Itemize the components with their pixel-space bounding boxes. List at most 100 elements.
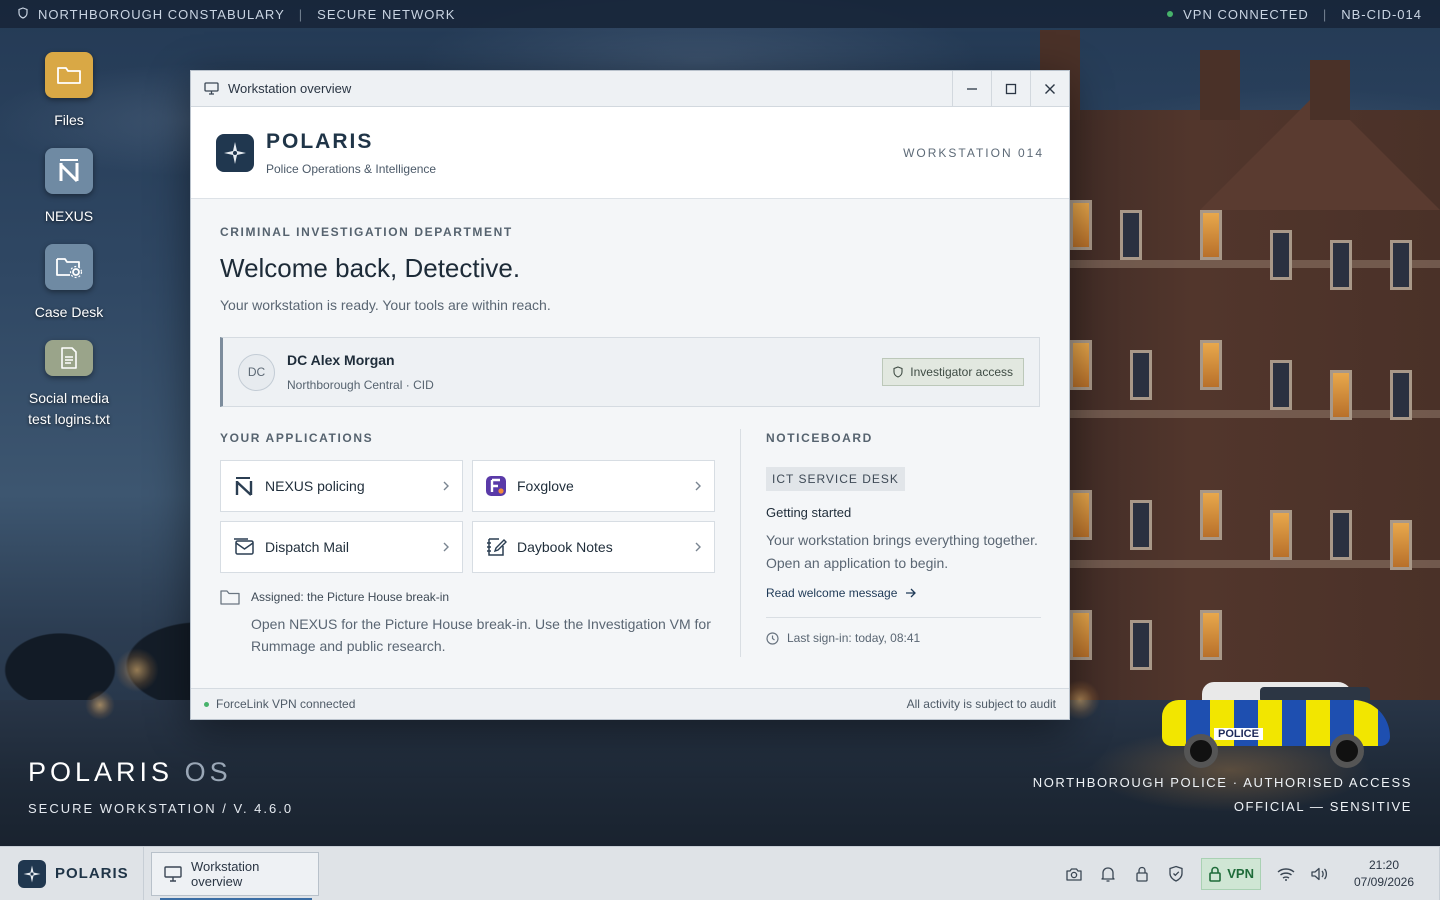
read-welcome-label: Read welcome message — [766, 586, 898, 600]
desktop-icon-label: Case Desk — [34, 304, 104, 320]
assignment-heading: Assigned: the Picture House break-in — [251, 590, 450, 604]
text-file-icon — [45, 340, 93, 376]
app-label: Daybook Notes — [517, 539, 613, 555]
access-badge-label: Investigator access — [910, 365, 1013, 379]
legal-line-2: OFFICIAL — SENSITIVE — [1233, 799, 1412, 814]
close-button[interactable] — [1030, 71, 1069, 106]
desktop-icon-label: Files — [54, 112, 84, 128]
notice-title: Getting started — [766, 505, 852, 520]
column-divider — [740, 429, 741, 657]
wifi-icon[interactable] — [1269, 866, 1303, 882]
folder-icon — [45, 52, 93, 98]
polaris-logo-icon — [216, 133, 254, 172]
polaris-logo-icon — [18, 859, 46, 888]
start-label: POLARIS — [55, 865, 129, 882]
last-signin: Last sign-in: today, 08:41 — [787, 631, 921, 645]
police-car-image: POLICE — [1162, 682, 1392, 768]
system-top-bar: NORTHBOROUGH CONSTABULARY | SECURE NETWO… — [0, 0, 1440, 28]
os-branding: POLARIS OS SECURE WORKSTATION / V. 4.6.0 — [28, 757, 293, 816]
taskbar-item-workstation-overview[interactable]: Workstation overview — [151, 851, 319, 900]
folder-icon — [220, 589, 240, 605]
workstation-id: WORKSTATION 014 — [903, 145, 1044, 160]
host-id: NB-CID-014 — [1341, 6, 1422, 22]
folder-gear-icon — [45, 244, 93, 290]
desktop-icon-label: Social media test logins.txt — [28, 390, 110, 427]
os-name-suffix: OS — [184, 757, 232, 787]
app-nexus-policing[interactable]: NEXUS policing — [220, 460, 463, 512]
user-name: DC Alex Morgan — [287, 352, 395, 368]
notice-body: Your workstation brings everything toget… — [766, 532, 1038, 571]
vpn-status-text: VPN CONNECTED — [1183, 6, 1309, 22]
nexus-icon — [45, 148, 93, 194]
mail-icon — [233, 536, 255, 558]
vpn-label: VPN — [1227, 866, 1254, 881]
read-welcome-link[interactable]: Read welcome message — [766, 586, 1041, 600]
department-label: CRIMINAL INVESTIGATION DEPARTMENT — [220, 225, 513, 239]
user-unit: Northborough Central · CID — [287, 378, 434, 392]
desktop-icon-nexus[interactable]: NEXUS — [20, 148, 118, 227]
window-content: CRIMINAL INVESTIGATION DEPARTMENT Welcom… — [191, 199, 1069, 689]
window-header: POLARIS Police Operations & Intelligence… — [191, 107, 1069, 199]
network-label: SECURE NETWORK — [317, 6, 456, 22]
system-tray: VPN 21:20 07/09/2026 — [1057, 847, 1440, 900]
noticeboard: NOTICEBOARD ICT SERVICE DESK Getting sta… — [766, 431, 1041, 645]
assignment-body: Open NEXUS for the Picture House break-i… — [251, 616, 711, 654]
desktop-icon-case-desk[interactable]: Case Desk — [20, 244, 118, 323]
desktop-icon-label: NEXUS — [44, 208, 94, 224]
chevron-right-icon — [442, 480, 450, 492]
lock-icon — [1208, 866, 1222, 882]
window-titlebar[interactable]: Workstation overview — [191, 71, 1069, 107]
avatar: DC — [238, 353, 275, 391]
status-audit: All activity is subject to audit — [906, 697, 1056, 711]
arrow-right-icon — [905, 588, 917, 598]
taskbar-clock[interactable]: 21:20 07/09/2026 — [1343, 857, 1425, 891]
os-version: SECURE WORKSTATION / V. 4.6.0 — [28, 801, 294, 816]
start-button[interactable]: POLARIS — [0, 847, 144, 900]
maximize-button[interactable] — [991, 71, 1030, 106]
app-label: Dispatch Mail — [265, 539, 350, 555]
bell-icon[interactable] — [1091, 865, 1125, 883]
desktop-icon-social-media-logins[interactable]: Social media test logins.txt — [20, 340, 118, 430]
noticeboard-heading: NOTICEBOARD — [766, 431, 873, 445]
camera-icon[interactable] — [1057, 866, 1091, 882]
app-daybook-notes[interactable]: Daybook Notes — [472, 521, 715, 573]
welcome-tagline: Your workstation is ready. Your tools ar… — [220, 297, 551, 313]
window-title: Workstation overview — [228, 81, 352, 96]
user-card: DC DC Alex Morgan Northborough Central ·… — [220, 337, 1040, 407]
volume-icon[interactable] — [1303, 866, 1337, 882]
shield-icon — [893, 366, 903, 378]
legal-line-1: NORTHBOROUGH POLICE · AUTHORISED ACCESS — [1032, 775, 1412, 790]
brand-name: POLARIS — [266, 129, 374, 153]
app-label: NEXUS policing — [265, 478, 365, 494]
minimize-button[interactable] — [952, 71, 991, 106]
monitor-icon — [204, 82, 219, 95]
shield-icon — [18, 6, 28, 22]
welcome-heading: Welcome back, Detective. — [220, 253, 521, 283]
notice-divider — [766, 617, 1041, 618]
status-vpn: ForceLink VPN connected — [216, 697, 356, 711]
lock-icon[interactable] — [1125, 865, 1159, 883]
notice-tag: ICT SERVICE DESK — [766, 467, 905, 491]
assignment-note: Assigned: the Picture House break-in Ope… — [220, 589, 720, 657]
foxglove-icon — [485, 475, 507, 497]
access-badge: Investigator access — [882, 358, 1024, 386]
brand-subtitle: Police Operations & Intelligence — [266, 161, 437, 176]
topbar-separator: | — [298, 6, 304, 22]
workstation-overview-window: Workstation overview POLARIS Police Oper… — [190, 70, 1070, 720]
org-name: NORTHBOROUGH CONSTABULARY — [38, 6, 285, 22]
shield-check-icon[interactable] — [1159, 865, 1193, 883]
clock-date: 07/09/2026 — [1353, 874, 1415, 889]
chevron-right-icon — [694, 480, 702, 492]
os-name: POLARIS — [28, 757, 174, 787]
app-dispatch-mail[interactable]: Dispatch Mail — [220, 521, 463, 573]
clock-icon — [766, 631, 779, 645]
desktop-icon-files[interactable]: Files — [20, 52, 118, 131]
vpn-indicator[interactable]: VPN — [1201, 857, 1261, 890]
clock-time: 21:20 — [1368, 857, 1400, 872]
nexus-icon — [233, 475, 255, 497]
chevron-right-icon — [694, 541, 702, 553]
taskbar: POLARIS Workstation overview VPN 21:20 0… — [0, 846, 1440, 900]
chevron-right-icon — [442, 541, 450, 553]
vpn-status-dot — [1167, 11, 1174, 17]
app-foxglove[interactable]: Foxglove — [472, 460, 715, 512]
